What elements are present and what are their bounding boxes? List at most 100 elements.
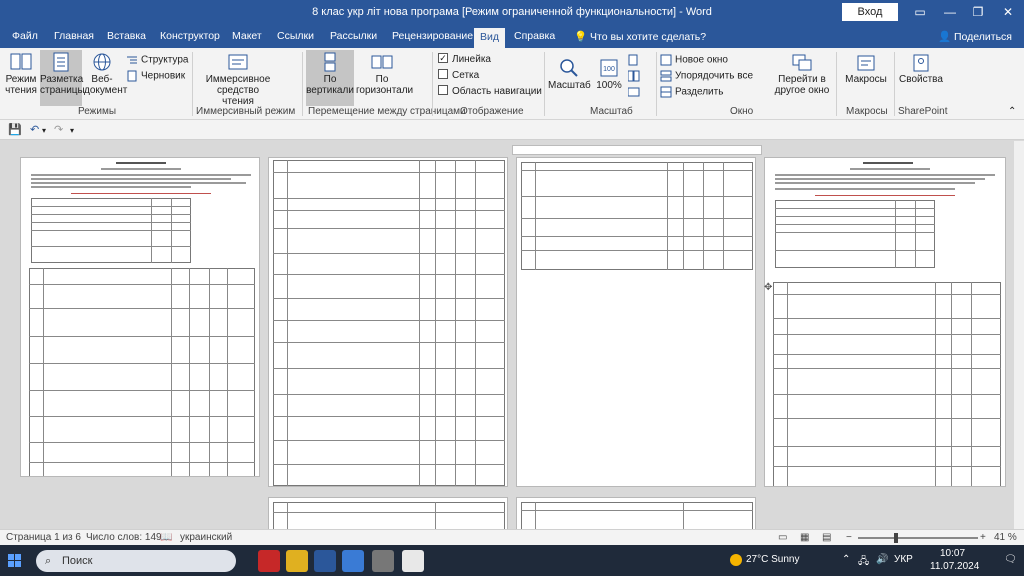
notifications-icon[interactable]: 🗨 xyxy=(1004,554,1017,565)
collapse-ribbon-icon[interactable]: ⌃ xyxy=(1008,106,1016,117)
customize-qat-icon[interactable]: ▾ xyxy=(70,126,74,135)
one-page-button[interactable] xyxy=(628,54,641,66)
file-explorer-icon[interactable] xyxy=(286,550,308,572)
read-mode-button[interactable]: Режим чтения xyxy=(4,52,38,104)
minimize-button[interactable]: — xyxy=(936,0,964,26)
tab-insert[interactable]: Вставка xyxy=(107,30,146,42)
tray-overflow-icon[interactable]: ⌃ xyxy=(842,554,850,565)
globe-icon xyxy=(93,53,111,71)
save-icon[interactable]: 💾 xyxy=(8,123,22,136)
document-page[interactable] xyxy=(20,157,260,477)
draft-button[interactable]: Черновик xyxy=(126,70,185,82)
person-icon: 👤 xyxy=(938,31,952,43)
tab-help[interactable]: Справка xyxy=(514,30,555,42)
clock-date[interactable]: 11.07.2024 xyxy=(930,561,979,572)
group-divider xyxy=(544,52,545,116)
taskbar-search-box[interactable]: ⌕ Поиск xyxy=(36,550,236,572)
multiple-pages-button[interactable] xyxy=(628,70,643,82)
split-button[interactable]: Разделить xyxy=(660,86,723,98)
web-layout-button[interactable]: Веб- документ xyxy=(84,52,127,104)
media-app-icon[interactable] xyxy=(258,550,280,572)
network-icon[interactable]: 🖧 xyxy=(858,554,869,571)
zoom-out-icon[interactable]: − xyxy=(846,532,852,543)
table-move-handle-icon[interactable]: ✥ xyxy=(764,282,772,293)
tab-design[interactable]: Конструктор xyxy=(160,30,220,42)
app-icon[interactable] xyxy=(402,550,424,572)
document-page[interactable] xyxy=(764,157,1006,487)
immersive-reader-button[interactable]: Иммерсивное средство чтения xyxy=(200,52,276,107)
zoom-button[interactable]: Масштаб xyxy=(548,58,591,102)
checkbox-checked-icon: ✓ xyxy=(438,53,448,64)
print-layout-button[interactable]: Разметка страницы xyxy=(40,50,85,106)
side-to-side-button[interactable]: По горизонтали xyxy=(356,52,413,104)
print-layout-icon xyxy=(53,52,69,72)
horizontal-ruler[interactable] xyxy=(512,145,762,155)
vertical-pages-icon xyxy=(324,52,336,72)
tab-layout[interactable]: Макет xyxy=(232,30,262,42)
document-page[interactable] xyxy=(268,157,508,487)
word-app-icon[interactable] xyxy=(314,550,336,572)
zoom-in-icon[interactable]: + xyxy=(980,532,986,543)
title-bar: 8 клас укр літ нова програма [Режим огра… xyxy=(0,0,1024,26)
ribbon-display-options-icon[interactable]: ▭ xyxy=(906,0,934,26)
document-area[interactable]: ✥ xyxy=(0,141,1014,529)
close-button[interactable]: ✕ xyxy=(994,0,1022,26)
clock-time[interactable]: 10:07 xyxy=(940,548,965,559)
vertical-scrollbar[interactable] xyxy=(1014,141,1024,529)
proofing-icon[interactable]: 📖 xyxy=(160,532,172,543)
redo-icon[interactable]: ↷ xyxy=(54,123,63,136)
group-divider xyxy=(656,52,657,116)
app-icon[interactable] xyxy=(342,550,364,572)
tab-review[interactable]: Рецензирование xyxy=(392,30,473,42)
macros-button[interactable]: Макросы xyxy=(842,54,890,104)
zoom-percent[interactable]: 41 % xyxy=(994,532,1017,543)
share-button[interactable]: 👤 Поделиться xyxy=(938,30,1012,43)
volume-icon[interactable]: 🔊 xyxy=(876,554,888,565)
tell-me-box[interactable]: 💡 Что вы хотите сделать? xyxy=(574,30,706,43)
web-layout-view-icon[interactable]: ▤ xyxy=(822,532,831,543)
vertical-movement-button[interactable]: По вертикали xyxy=(306,50,354,106)
document-page[interactable] xyxy=(268,497,508,529)
lightbulb-icon: 💡 xyxy=(574,31,588,43)
ruler-checkbox[interactable]: ✓ Линейка xyxy=(438,53,491,65)
print-layout-view-icon[interactable]: ▦ xyxy=(800,532,809,543)
zoom-slider-thumb[interactable] xyxy=(894,533,898,543)
page-width-button[interactable] xyxy=(628,86,643,98)
weather-widget[interactable]: 27°C Sunny xyxy=(746,554,799,565)
app-icon[interactable] xyxy=(372,550,394,572)
read-mode-view-icon[interactable]: ▭ xyxy=(778,532,787,543)
group-show-label: Отображение xyxy=(460,106,524,117)
sign-in-button[interactable]: Вход xyxy=(842,3,898,21)
group-divider xyxy=(432,52,433,116)
undo-dropdown-icon[interactable]: ▾ xyxy=(42,126,46,135)
tab-references[interactable]: Ссылки xyxy=(277,30,314,42)
zoom-slider[interactable] xyxy=(858,537,978,539)
tab-home[interactable]: Главная xyxy=(54,30,94,42)
document-page[interactable] xyxy=(516,157,756,487)
switch-windows-button[interactable]: Перейти в другое окно xyxy=(774,54,830,104)
document-page[interactable] xyxy=(516,497,756,529)
outline-icon xyxy=(127,56,137,64)
arrange-all-button[interactable]: Упорядочить все xyxy=(660,70,753,82)
page-count[interactable]: Страница 1 из 6 xyxy=(6,532,81,543)
maximize-button[interactable]: ❐ xyxy=(964,0,992,26)
group-immersive-label: Иммерсивный режим xyxy=(196,106,296,117)
zoom-100-button[interactable]: 100 100% xyxy=(594,58,624,102)
hundred-percent-icon: 100 xyxy=(600,59,618,77)
keyboard-language[interactable]: УКР xyxy=(894,554,913,565)
status-bar: Страница 1 из 6 Число слов: 1490 📖 украи… xyxy=(0,529,1024,545)
gridlines-checkbox[interactable]: Сетка xyxy=(438,69,479,81)
navigation-pane-checkbox[interactable]: Область навигации xyxy=(438,85,542,97)
windows-start-icon[interactable] xyxy=(8,554,22,568)
word-count[interactable]: Число слов: 1490 xyxy=(86,532,167,543)
quick-access-toolbar: 💾 ↶ ▾ ↷ ▾ xyxy=(0,120,1024,140)
language-indicator[interactable]: украинский xyxy=(180,532,232,543)
properties-icon xyxy=(913,54,929,72)
properties-button[interactable]: Свойства xyxy=(898,54,944,104)
tab-file[interactable]: Файл xyxy=(12,30,38,42)
undo-icon[interactable]: ↶ xyxy=(30,123,39,136)
tab-view[interactable]: Вид xyxy=(474,28,505,48)
outline-button[interactable]: Структура xyxy=(126,54,188,66)
tab-mailings[interactable]: Рассылки xyxy=(330,30,377,42)
new-window-button[interactable]: Новое окно xyxy=(660,54,728,66)
